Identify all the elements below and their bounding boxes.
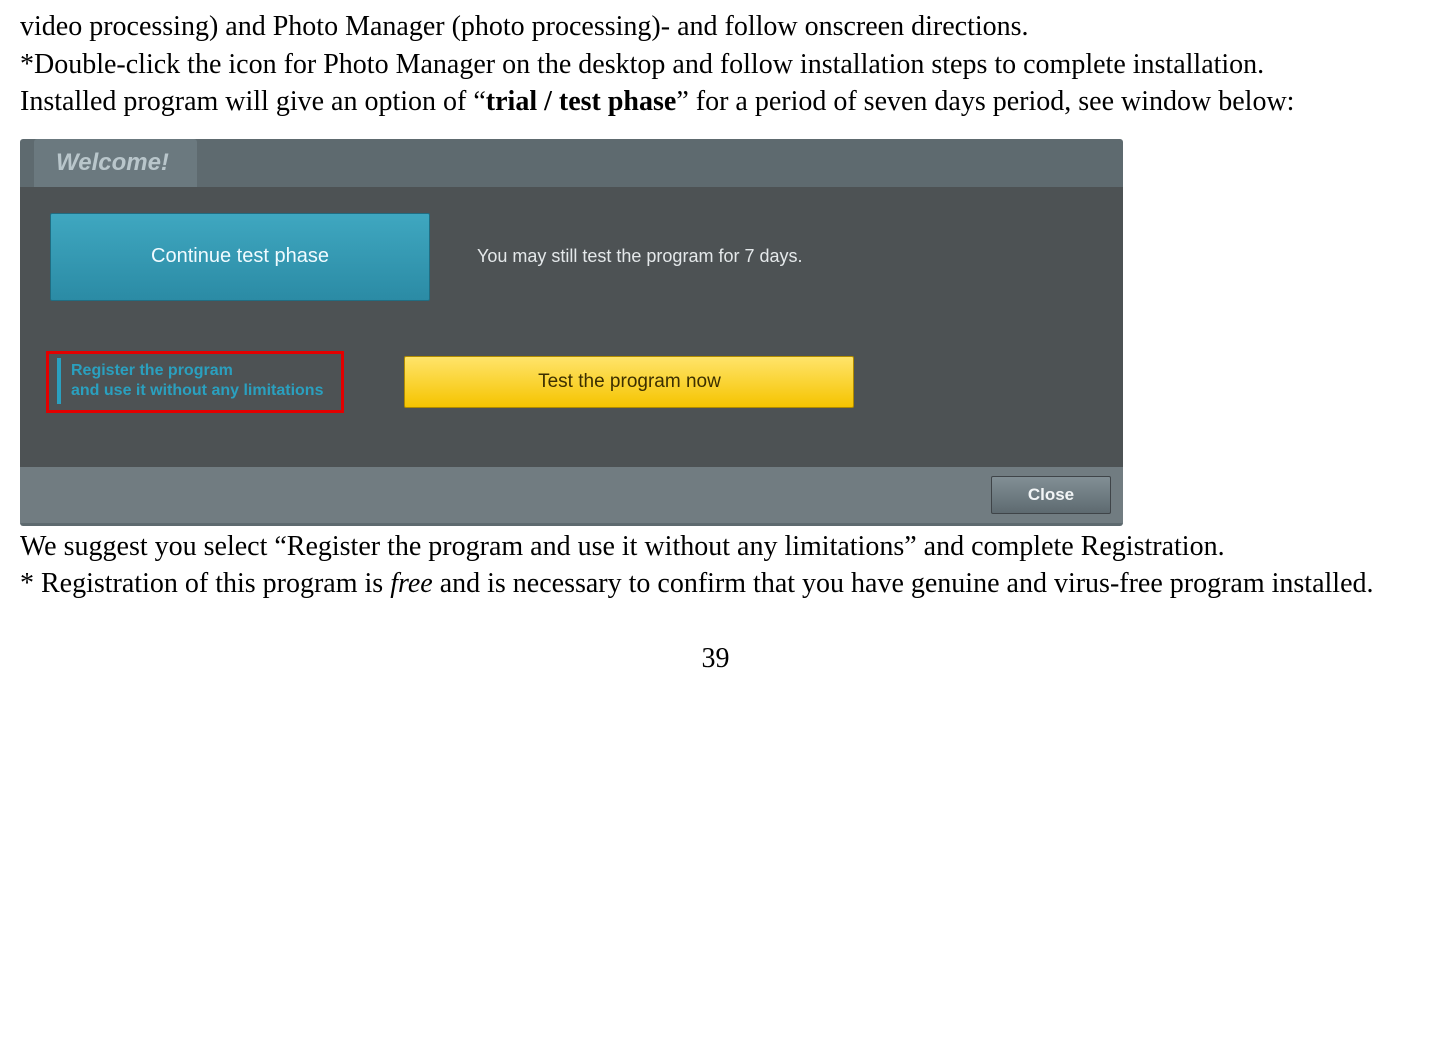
bold-text: trial / test phase xyxy=(486,86,677,117)
text-fragment: * Registration of this program is xyxy=(20,568,390,599)
register-program-label: Register the program and use it without … xyxy=(71,361,323,401)
italic-text: free xyxy=(390,568,433,599)
welcome-window: Welcome! Continue test phase You may sti… xyxy=(20,139,1123,526)
paragraph: We suggest you select “Register the prog… xyxy=(20,530,1411,564)
continue-test-phase-button[interactable]: Continue test phase xyxy=(50,213,430,301)
register-program-option[interactable]: Register the program and use it without … xyxy=(46,351,344,413)
register-line2: and use it without any limitations xyxy=(71,381,323,401)
paragraph: * Registration of this program is free a… xyxy=(20,567,1411,601)
register-line1: Register the program xyxy=(71,361,323,381)
paragraph: video processing) and Photo Manager (pho… xyxy=(20,10,1411,44)
test-program-now-button[interactable]: Test the program now xyxy=(404,356,854,408)
text-fragment: ” for a period of seven days period, see… xyxy=(676,86,1294,117)
welcome-tab-title: Welcome! xyxy=(34,139,197,187)
paragraph: *Double-click the icon for Photo Manager… xyxy=(20,48,1411,82)
text-fragment: and is necessary to confirm that you hav… xyxy=(433,568,1374,599)
close-button[interactable]: Close xyxy=(991,476,1111,514)
lower-row: Register the program and use it without … xyxy=(40,351,1103,413)
register-accent-bar-icon xyxy=(57,358,61,404)
main-panel: Continue test phase You may still test t… xyxy=(20,187,1123,467)
text-fragment: Installed program will give an option of… xyxy=(20,86,486,117)
paragraph: Installed program will give an option of… xyxy=(20,85,1411,119)
page-number: 39 xyxy=(20,643,1411,675)
trial-remaining-message: You may still test the program for 7 day… xyxy=(477,246,803,267)
window-footer: Close xyxy=(20,467,1123,523)
